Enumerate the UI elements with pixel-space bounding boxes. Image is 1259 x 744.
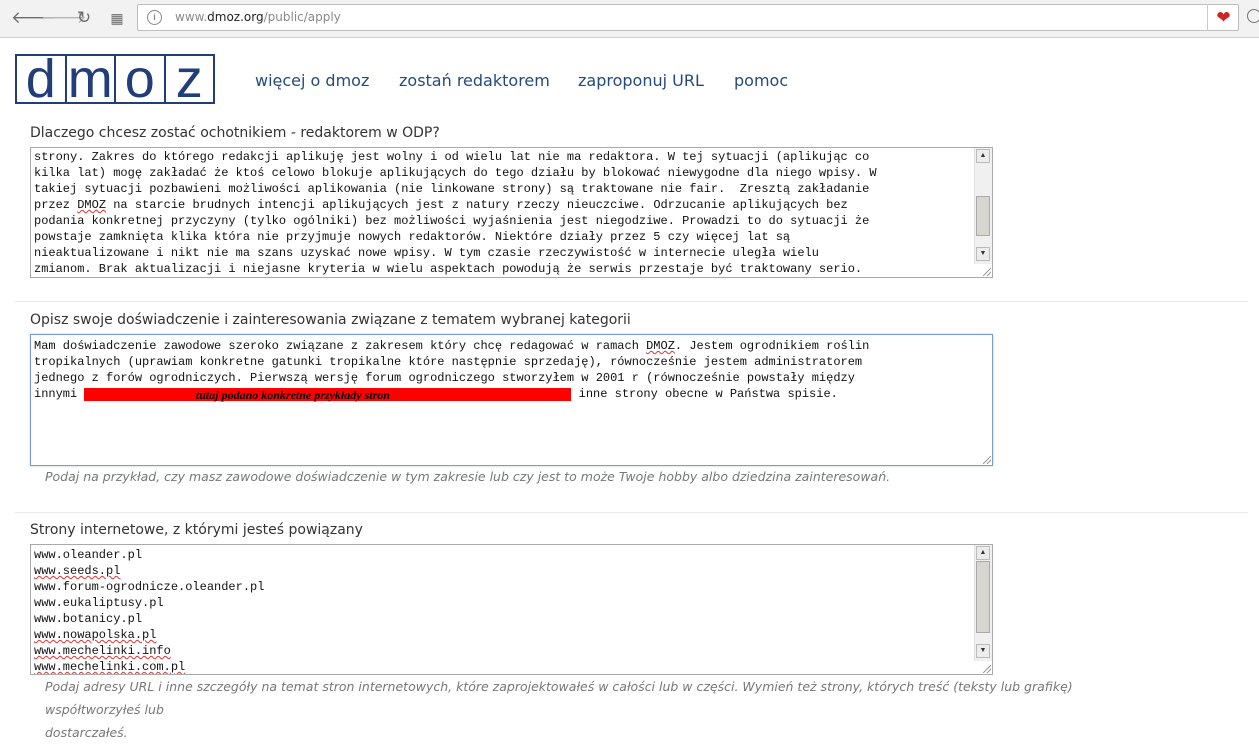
site-line: www.eukaliptusy.pl [34,596,164,610]
why-volunteer-text: strony. Zakres do którego redakcji aplik… [34,149,972,277]
site-line: www.botanicy.pl [34,612,143,626]
section-divider [15,512,1248,513]
scroll-down-icon[interactable]: ▼ [976,644,990,658]
resize-grip-icon[interactable] [983,456,991,464]
text-line: Mam doświadczenie zawodowe szeroko związ… [34,339,647,353]
spellcheck-word: DMOZ [77,198,107,212]
text-line: tropikalnych (uprawiam konkretne gatunki… [34,355,863,369]
forward-arrow-icon[interactable]: 🡒 [41,8,87,28]
nav-help-link[interactable]: pomoc [734,71,788,90]
nav-about-link[interactable]: więcej o dmoz [255,71,369,90]
hint-line: Podaj adresy URL i inne szczegóły na tem… [45,679,1073,717]
redacted-note: tutaj podano konkretne przykłady stron [195,388,390,402]
logo-letter: z [165,49,213,109]
experience-textarea[interactable]: Mam doświadczenie zawodowe szeroko związ… [30,334,993,466]
url-prefix: www. [175,10,208,24]
text-line: podania konkretnej przyczyny (tylko ogól… [34,214,870,228]
text-line: nieaktualizowane i nikt nie ma szans uzy… [34,246,819,260]
nav-become-editor-text[interactable]: zostań redaktorem [399,71,550,90]
nav-suggest-url-text[interactable]: zaproponuj URL [578,71,704,90]
browser-toolbar: 🡐 🡒 ↻ ▦ i www.dmoz.org/public/apply ❤ [0,0,1259,38]
textarea-scrollbar[interactable]: ▲ ▼ [974,148,992,264]
text-line: . Jestem ogrodnikiem roślin [674,339,870,353]
text-line: przez [34,198,78,212]
section-divider [15,301,1248,302]
text-line: jednego z forów ogrodniczych. Pierwszą w… [34,371,855,385]
site-line: www.mechelinki.com.pl [34,660,186,674]
websites-label: Strony internetowe, z którymi jesteś pow… [30,522,363,538]
scroll-up-icon[interactable]: ▲ [976,546,990,560]
heart-icon[interactable]: ❤ [1207,4,1239,31]
why-volunteer-textarea[interactable]: strony. Zakres do którego redakcji aplik… [30,147,993,278]
text-line: innymi [34,387,85,401]
scroll-down-icon[interactable]: ▼ [976,247,990,261]
site-line: www.mechelinki.info [34,644,171,658]
apps-grid-icon[interactable]: ▦ [107,8,127,28]
text-line: strony. Zakres do którego redakcji aplik… [34,150,870,164]
url-text: www.dmoz.org/public/apply [175,10,341,24]
spellcheck-word: DMOZ [646,339,675,353]
url-path: /public/apply [263,10,341,24]
logo-letter: m [66,49,114,109]
menu-icon[interactable] [1247,9,1259,23]
nav-about-text[interactable]: więcej o dmoz [255,71,369,90]
nav-help-text[interactable]: pomoc [734,71,788,90]
logo-letter-o: o [124,49,155,109]
text-line: inne strony obecne w Państwa spisie. [571,387,838,401]
textarea-scrollbar[interactable]: ▲ ▼ [974,545,992,661]
websites-text: www.oleander.pl www.seeds.pl www.forum-o… [34,547,972,674]
text-line: kilka lat) mogę zakładać że ktoś celowo … [34,166,877,180]
text-line: powstaje zamknięta klika która nie przyj… [34,230,791,244]
experience-label: Opisz swoje doświadczenie i zainteresowa… [30,312,631,328]
dmoz-logo[interactable]: d m o z [15,49,215,109]
page-info-icon[interactable]: i [147,10,162,25]
logo-letter: o [116,49,164,109]
logo-letter-d: d [25,49,56,109]
redacted-block: tutaj podano konkretne przykłady stron [84,388,572,402]
text-line: na starcie brudnych intencji aplikującyc… [106,198,848,212]
site-line: www.nowapolska.pl [34,628,157,642]
websites-textarea[interactable]: www.oleander.pl www.seeds.pl www.forum-o… [30,544,993,675]
why-volunteer-label: Dlaczego chcesz zostać ochotnikiem - red… [30,125,440,141]
url-domain: dmoz.org [207,10,264,24]
text-line: takiej sytuacji pozbawieni możliwości ap… [34,182,870,196]
site-line: www.forum-ogrodnicze.oleander.pl [34,580,265,594]
nav-become-editor-link[interactable]: zostań redaktorem [399,71,550,90]
resize-grip-icon[interactable] [983,268,991,276]
logo-letter: d [17,49,65,109]
logo-letter-z: z [175,49,203,109]
back-arrow-icon[interactable]: 🡐 [11,8,57,28]
scroll-thumb[interactable] [976,196,990,236]
websites-hint: Podaj adresy URL i inne szczegóły na tem… [45,675,1165,744]
experience-text: Mam doświadczenie zawodowe szeroko związ… [34,338,987,402]
site-line: www.oleander.pl [34,548,143,562]
scroll-thumb[interactable] [976,561,990,633]
address-bar[interactable]: i www.dmoz.org/public/apply [137,4,1239,31]
scroll-up-icon[interactable]: ▲ [976,149,990,163]
site-line: www.seeds.pl [34,564,121,578]
resize-grip-icon[interactable] [983,665,991,673]
text-line: zmianom. Brak aktualizacji i niejasne kr… [34,262,863,276]
reload-icon[interactable]: ↻ [74,8,94,28]
experience-hint: Podaj na przykład, czy masz zawodowe doś… [45,469,891,484]
nav-suggest-url-link[interactable]: zaproponuj URL [578,71,704,90]
logo-letter-m: m [67,49,113,109]
